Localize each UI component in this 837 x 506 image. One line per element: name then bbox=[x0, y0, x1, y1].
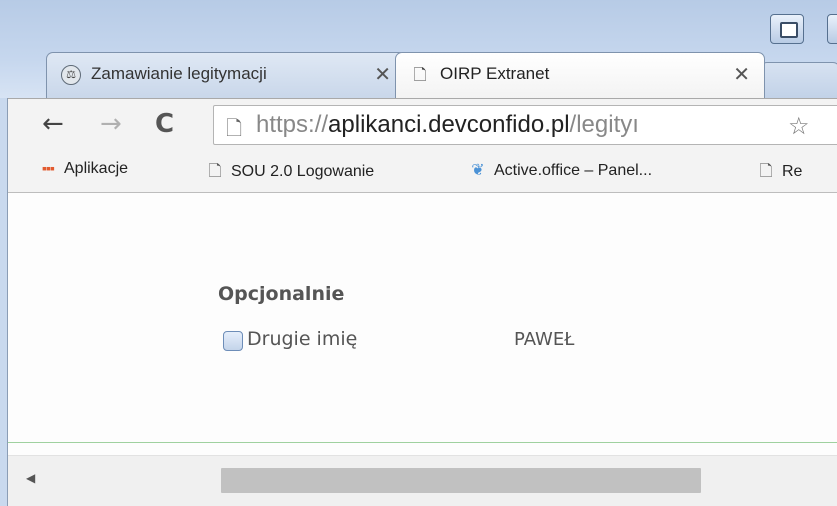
middle-name-checkbox[interactable] bbox=[223, 331, 243, 351]
url-host: aplikanci.devconfido.pl bbox=[328, 111, 570, 138]
page-icon: 🗋 bbox=[413, 65, 427, 84]
url-path: /legityı bbox=[569, 111, 639, 138]
page-icon: 🗋 bbox=[226, 116, 243, 140]
tab-title: OIRP Extranet bbox=[440, 64, 550, 83]
section-title: Opcjonalnie bbox=[218, 283, 345, 305]
divider bbox=[8, 442, 837, 443]
tab-zamawianie[interactable]: ⚖ Zamawianie legitymacji ✕ bbox=[46, 52, 406, 98]
back-arrow-icon[interactable]: ← bbox=[42, 109, 64, 139]
apps-grid-icon: ▪▪▪ bbox=[42, 160, 55, 176]
url-scheme: https:// bbox=[256, 111, 329, 138]
new-tab-button[interactable] bbox=[760, 62, 837, 98]
bookmark-label: Active.office – Panel... bbox=[494, 162, 653, 179]
bookmark-aplikacje[interactable]: ▪▪▪ Aplikacje bbox=[38, 160, 128, 178]
browser-toolbar: ← → C 🗋 https://aplikanci.devconfido.pl/… bbox=[0, 98, 837, 151]
checkbox-label[interactable]: Drugie imię bbox=[247, 328, 357, 350]
middle-name-value: PAWEŁ bbox=[514, 329, 575, 350]
title-bar: ⚖ Zamawianie legitymacji ✕ 🗋 OIRP Extran… bbox=[0, 0, 837, 100]
bookmark-label: SOU 2.0 Logowanie bbox=[231, 163, 375, 180]
close-tab-icon[interactable]: ✕ bbox=[733, 62, 750, 86]
page-icon: 🗋 bbox=[208, 163, 222, 180]
window-control-button[interactable] bbox=[827, 14, 837, 44]
forward-arrow-icon[interactable]: → bbox=[100, 109, 122, 139]
url-text[interactable]: https://aplikanci.devconfido.pl/legityı bbox=[256, 111, 639, 139]
bookmark-sou[interactable]: 🗋 SOU 2.0 Logowanie bbox=[205, 160, 375, 187]
window-frame-edge bbox=[0, 98, 8, 506]
page-icon: 🗋 bbox=[759, 163, 773, 180]
bookmarks-bar: ▪▪▪ Aplikacje 🗋 SOU 2.0 Logowanie ❦ Active.… bbox=[0, 150, 837, 193]
bookmark-active-office[interactable]: ❦ Active.office – Panel... bbox=[468, 160, 652, 180]
reload-icon[interactable]: C bbox=[155, 109, 174, 139]
browser-window: ⚖ Zamawianie legitymacji ✕ 🗋 OIRP Extran… bbox=[0, 0, 837, 506]
user-profile-button[interactable] bbox=[770, 14, 804, 44]
page-content: Opcjonalnie Drugie imię PAWEŁ bbox=[8, 193, 837, 455]
tab-oirp-extranet[interactable]: 🗋 OIRP Extranet ✕ bbox=[395, 52, 765, 98]
seal-icon: ⚖ bbox=[61, 65, 81, 85]
scroll-left-icon[interactable]: ◀ bbox=[26, 471, 35, 485]
leaf-icon: ❦ bbox=[471, 162, 485, 179]
tab-title: Zamawianie legitymacji bbox=[91, 64, 267, 83]
address-bar[interactable]: 🗋 https://aplikanci.devconfido.pl/legity… bbox=[213, 105, 837, 145]
bookmark-star-icon[interactable]: ☆ bbox=[786, 112, 810, 140]
bookmark-label: Aplikacje bbox=[64, 160, 129, 177]
scrollbar-thumb[interactable] bbox=[221, 468, 701, 493]
bookmark-label: Re bbox=[782, 163, 803, 180]
close-tab-icon[interactable]: ✕ bbox=[374, 62, 391, 86]
horizontal-scrollbar[interactable]: ◀ bbox=[8, 455, 837, 506]
bookmark-re[interactable]: 🗋 Re bbox=[756, 160, 803, 187]
